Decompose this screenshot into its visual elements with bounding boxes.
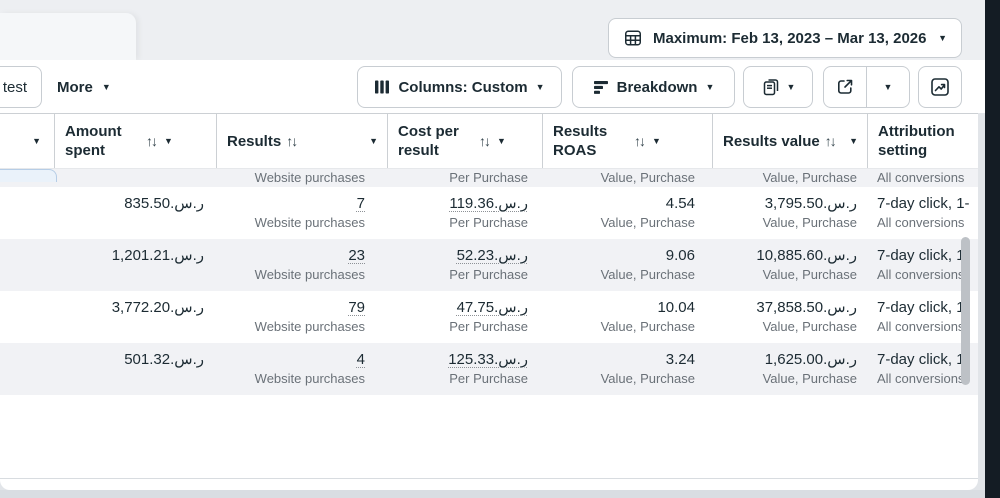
cell-results: 79Website purchases — [216, 291, 387, 343]
chevron-down-icon: ▼ — [938, 34, 947, 43]
campaigns-table: ▼ Amount spent ↑↓ ▼ Results ↑↓ ▼ Cost pe… — [0, 113, 978, 490]
chevron-down-icon[interactable]: ▼ — [652, 137, 661, 146]
table-row: ر.س.835.50 7Website purchases ر.س.119.36… — [0, 187, 978, 239]
cell-results: 4Website purchases — [216, 343, 387, 395]
cell-attribution-setting: 7-day click, 1-All conversions — [867, 187, 978, 239]
cell-amount-spent: ر.س.835.50 — [54, 187, 216, 239]
value-sublabel: Value, Purchase — [763, 169, 857, 187]
cell-results-roas: 3.24Value, Purchase — [542, 343, 712, 395]
columns-icon — [374, 79, 390, 95]
cell-cost-per-result: ر.س.52.23Per Purchase — [387, 239, 542, 291]
results-value-link[interactable]: 7 — [357, 194, 365, 214]
export-icon — [835, 77, 855, 97]
campaigns-tab[interactable] — [0, 13, 136, 60]
cost-value-link[interactable]: ر.س.125.33 — [448, 350, 528, 370]
cell-results-roas: 9.06Value, Purchase — [542, 239, 712, 291]
sort-icon[interactable]: ↑↓ — [479, 133, 492, 149]
column-header-amount-spent[interactable]: Amount spent ↑↓ ▼ — [54, 114, 216, 168]
column-header-results[interactable]: Results ↑↓ ▼ — [216, 114, 387, 168]
cell-results-value: ر.س.37,858.50Value, Purchase — [712, 291, 867, 343]
cell-results-roas: 4.54Value, Purchase — [542, 187, 712, 239]
chevron-down-icon: ▼ — [884, 83, 893, 92]
charts-button[interactable] — [918, 66, 962, 108]
results-value-link[interactable]: 79 — [348, 298, 365, 318]
reports-icon — [761, 77, 781, 97]
export-button[interactable] — [824, 67, 866, 107]
column-header-attribution-setting[interactable]: Attribution setting — [867, 114, 978, 168]
chevron-down-icon: ▼ — [787, 83, 796, 92]
cell-results-value: ر.س.10,885.60Value, Purchase — [712, 239, 867, 291]
top-band: Maximum: Feb 13, 2023 – Mar 13, 2026 ▼ — [0, 0, 1000, 60]
chevron-down-icon[interactable]: ▼ — [497, 137, 506, 146]
chevron-down-icon: ▼ — [536, 83, 545, 92]
cell-cost-per-result: ر.س.119.36Per Purchase — [387, 187, 542, 239]
more-menu-button[interactable]: More ▼ — [57, 66, 111, 108]
table-footer-divider — [0, 478, 978, 479]
export-split-button: ▼ — [823, 66, 910, 108]
cost-sublabel: Per Purchase — [449, 169, 528, 187]
table-row: ر.س.501.32 4Website purchases ر.س.125.33… — [0, 343, 978, 395]
chevron-down-icon: ▼ — [102, 83, 111, 92]
sort-icon[interactable]: ↑↓ — [286, 133, 299, 149]
horizontal-scroll-indicator[interactable] — [0, 169, 57, 182]
chevron-down-icon[interactable]: ▼ — [849, 137, 858, 146]
cost-value-link[interactable]: ر.س.119.36 — [449, 194, 528, 214]
results-sublabel: Website purchases — [255, 169, 365, 187]
vertical-scrollbar-thumb[interactable] — [961, 237, 970, 385]
chevron-down-icon: ▼ — [32, 137, 41, 146]
table-row-partial: Website purchases Per Purchase Value, Pu… — [0, 169, 978, 187]
cell-amount-spent: ر.س.3,772.20 — [54, 291, 216, 343]
ads-manager-screen: Maximum: Feb 13, 2023 – Mar 13, 2026 ▼ t… — [0, 0, 1000, 498]
chevron-down-icon: ▼ — [705, 83, 714, 92]
cell-results: 23Website purchases — [216, 239, 387, 291]
breakdown-icon — [593, 79, 609, 95]
table-row: ر.س.3,772.20 79Website purchases ر.س.47.… — [0, 291, 978, 343]
column-header-results-roas[interactable]: Results ROAS ↑↓ ▼ — [542, 114, 712, 168]
side-panel-edge — [985, 0, 1000, 498]
columns-button[interactable]: Columns: Custom ▼ — [357, 66, 562, 108]
cell-results: 7Website purchases — [216, 187, 387, 239]
column-header-selection[interactable]: ▼ — [0, 114, 54, 168]
chevron-down-icon[interactable]: ▼ — [369, 137, 378, 146]
cell-results-value: ر.س.3,795.50Value, Purchase — [712, 187, 867, 239]
cost-value-link[interactable]: ر.س.52.23 — [457, 246, 528, 266]
date-range-label: Maximum: Feb 13, 2023 – Mar 13, 2026 — [653, 30, 926, 47]
date-range-button[interactable]: Maximum: Feb 13, 2023 – Mar 13, 2026 ▼ — [608, 18, 962, 58]
cell-cost-per-result: ر.س.47.75Per Purchase — [387, 291, 542, 343]
table-header-row: ▼ Amount spent ↑↓ ▼ Results ↑↓ ▼ Cost pe… — [0, 114, 978, 169]
cost-value-link[interactable]: ر.س.47.75 — [457, 298, 528, 318]
cell-amount-spent: ر.س.501.32 — [54, 343, 216, 395]
cell-results-value: ر.س.1,625.00Value, Purchase — [712, 343, 867, 395]
calendar-icon — [623, 28, 643, 48]
column-header-cost-per-result[interactable]: Cost per result ↑↓ ▼ — [387, 114, 542, 168]
export-options-button[interactable]: ▼ — [867, 67, 909, 107]
breakdown-button[interactable]: Breakdown ▼ — [572, 66, 735, 108]
table-row: ر.س.1,201.21 23Website purchases ر.س.52.… — [0, 239, 978, 291]
sort-icon[interactable]: ↑↓ — [825, 133, 838, 149]
sort-icon[interactable]: ↑↓ — [634, 133, 647, 149]
roas-sublabel: Value, Purchase — [601, 169, 695, 187]
bottom-strip — [0, 490, 1000, 498]
sort-icon[interactable]: ↑↓ — [146, 133, 159, 149]
reports-button[interactable]: ▼ — [743, 66, 813, 108]
ab-test-button[interactable]: test — [0, 66, 42, 108]
column-header-results-value[interactable]: Results value ↑↓ ▼ — [712, 114, 867, 168]
attribution-sublabel: All conversions — [877, 169, 964, 187]
cell-results-roas: 10.04Value, Purchase — [542, 291, 712, 343]
charts-icon — [929, 76, 951, 98]
cell-amount-spent: ر.س.1,201.21 — [54, 239, 216, 291]
cell-cost-per-result: ر.س.125.33Per Purchase — [387, 343, 542, 395]
results-value-link[interactable]: 23 — [348, 246, 365, 266]
results-value-link[interactable]: 4 — [357, 350, 365, 370]
chevron-down-icon[interactable]: ▼ — [164, 137, 173, 146]
